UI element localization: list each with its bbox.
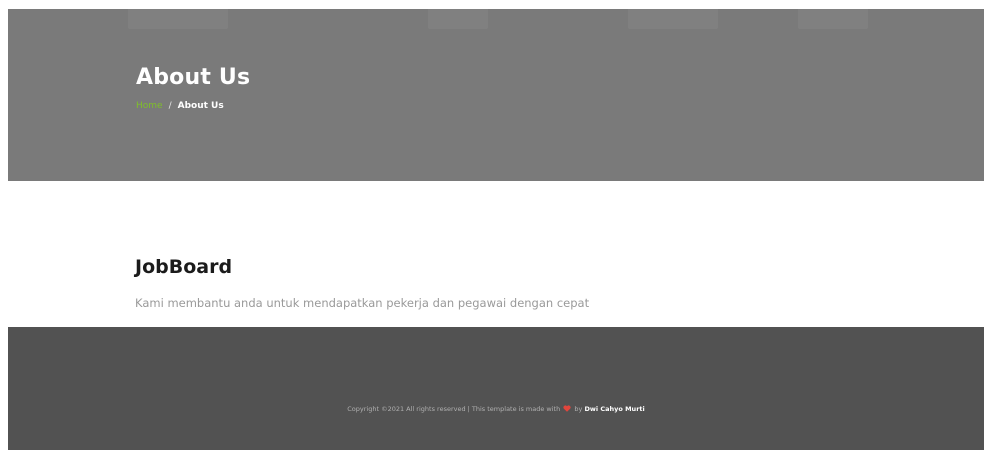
hero-banner: About Us Home / About Us <box>8 9 984 181</box>
copyright-prefix: Copyright ©2021 All rights reserved | Th… <box>347 405 561 413</box>
hero-background-decoration <box>128 9 228 29</box>
copyright-text: Copyright ©2021 All rights reserved | Th… <box>8 405 984 414</box>
page-title: About Us <box>136 65 251 90</box>
hero-background-decoration <box>628 9 718 29</box>
copyright-by: by <box>574 405 583 413</box>
author-link[interactable]: Dwi Cahyo Murti <box>584 405 644 413</box>
breadcrumb-home-link[interactable]: Home <box>136 101 163 111</box>
breadcrumb-separator: / <box>168 101 172 111</box>
page: About Us Home / About Us JobBoard Kami m… <box>0 0 984 450</box>
hero-background-decoration <box>428 9 488 29</box>
footer: Copyright ©2021 All rights reserved | Th… <box>8 327 984 450</box>
heart-icon <box>563 405 571 414</box>
brand-heading: JobBoard <box>135 256 233 278</box>
breadcrumb-current: About Us <box>177 101 224 111</box>
breadcrumb: Home / About Us <box>136 101 224 111</box>
brand-tagline: Kami membantu anda untuk mendapatkan pek… <box>135 296 590 310</box>
hero-background-decoration <box>798 9 868 29</box>
